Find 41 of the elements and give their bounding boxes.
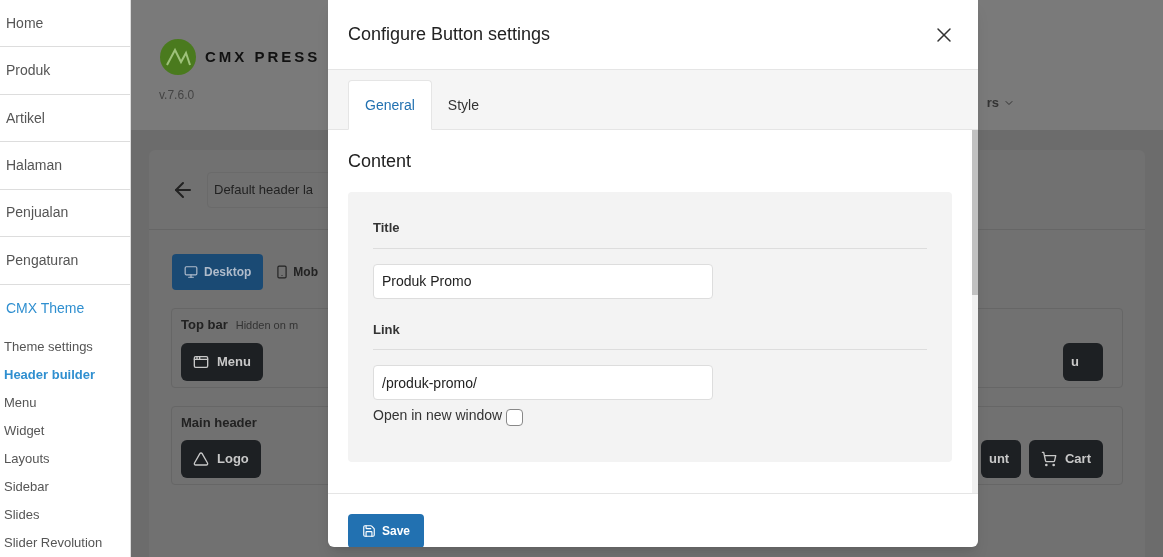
save-icon xyxy=(362,524,376,538)
sidebar-subitem[interactable]: Widget xyxy=(0,417,130,445)
sidebar-subitem[interactable]: Sidebar xyxy=(0,473,130,501)
row-hint: Hidden on m xyxy=(235,317,299,333)
sidebar-subitem[interactable]: Menu xyxy=(0,389,130,417)
row-title: Top bar xyxy=(181,316,228,334)
sidebar-subitem[interactable]: Header builder xyxy=(0,361,130,389)
text-field[interactable]: /produk-promo/ xyxy=(373,365,713,400)
sidebar-item[interactable]: Artikel xyxy=(0,94,130,143)
dialog-tab[interactable]: Style xyxy=(431,80,495,130)
dialog-title: Configure Button settings xyxy=(348,23,551,46)
sidebar-item[interactable]: Pengaturan xyxy=(0,237,130,285)
field-label: Link xyxy=(373,319,927,350)
cart-icon xyxy=(1041,451,1057,467)
text-field[interactable]: Produk Promo xyxy=(373,263,713,299)
element-button[interactable]: unt xyxy=(981,440,1021,478)
element-button[interactable]: Cart xyxy=(1029,440,1103,478)
section-title: Content xyxy=(348,150,413,173)
element-button[interactable]: Logo xyxy=(181,440,261,478)
element-button[interactable]: Menu xyxy=(181,342,263,381)
row-title: Main header xyxy=(181,413,257,432)
sidebar-subitem[interactable]: Theme settings xyxy=(0,333,130,361)
sidebar-subitem[interactable]: Slides xyxy=(0,501,130,529)
sidebar-item[interactable]: Halaman xyxy=(0,142,130,190)
window-icon xyxy=(193,353,209,370)
sidebar-subitem[interactable]: Layouts xyxy=(0,445,130,473)
device-tab[interactable]: Desktop xyxy=(172,254,264,290)
checkbox-label: Open in new window xyxy=(373,406,503,425)
sidebar-item[interactable]: Produk xyxy=(0,47,130,95)
field-label: Title xyxy=(373,218,927,249)
sidebar-item[interactable]: Penjualan xyxy=(0,189,130,238)
dialog-tab[interactable]: General xyxy=(348,80,432,130)
checkbox[interactable] xyxy=(506,409,524,426)
element-button[interactable]: u xyxy=(1063,342,1103,381)
phone-icon xyxy=(275,265,290,279)
sidebar-subitem[interactable]: Slider Revolution xyxy=(0,529,130,557)
sidebar-section[interactable]: CMX Theme xyxy=(0,284,130,333)
sidebar-item[interactable]: Home xyxy=(0,0,130,48)
monitor-icon xyxy=(184,265,198,279)
logo-text: CMX PRESS xyxy=(205,46,321,67)
save-button[interactable]: Save xyxy=(348,514,425,547)
